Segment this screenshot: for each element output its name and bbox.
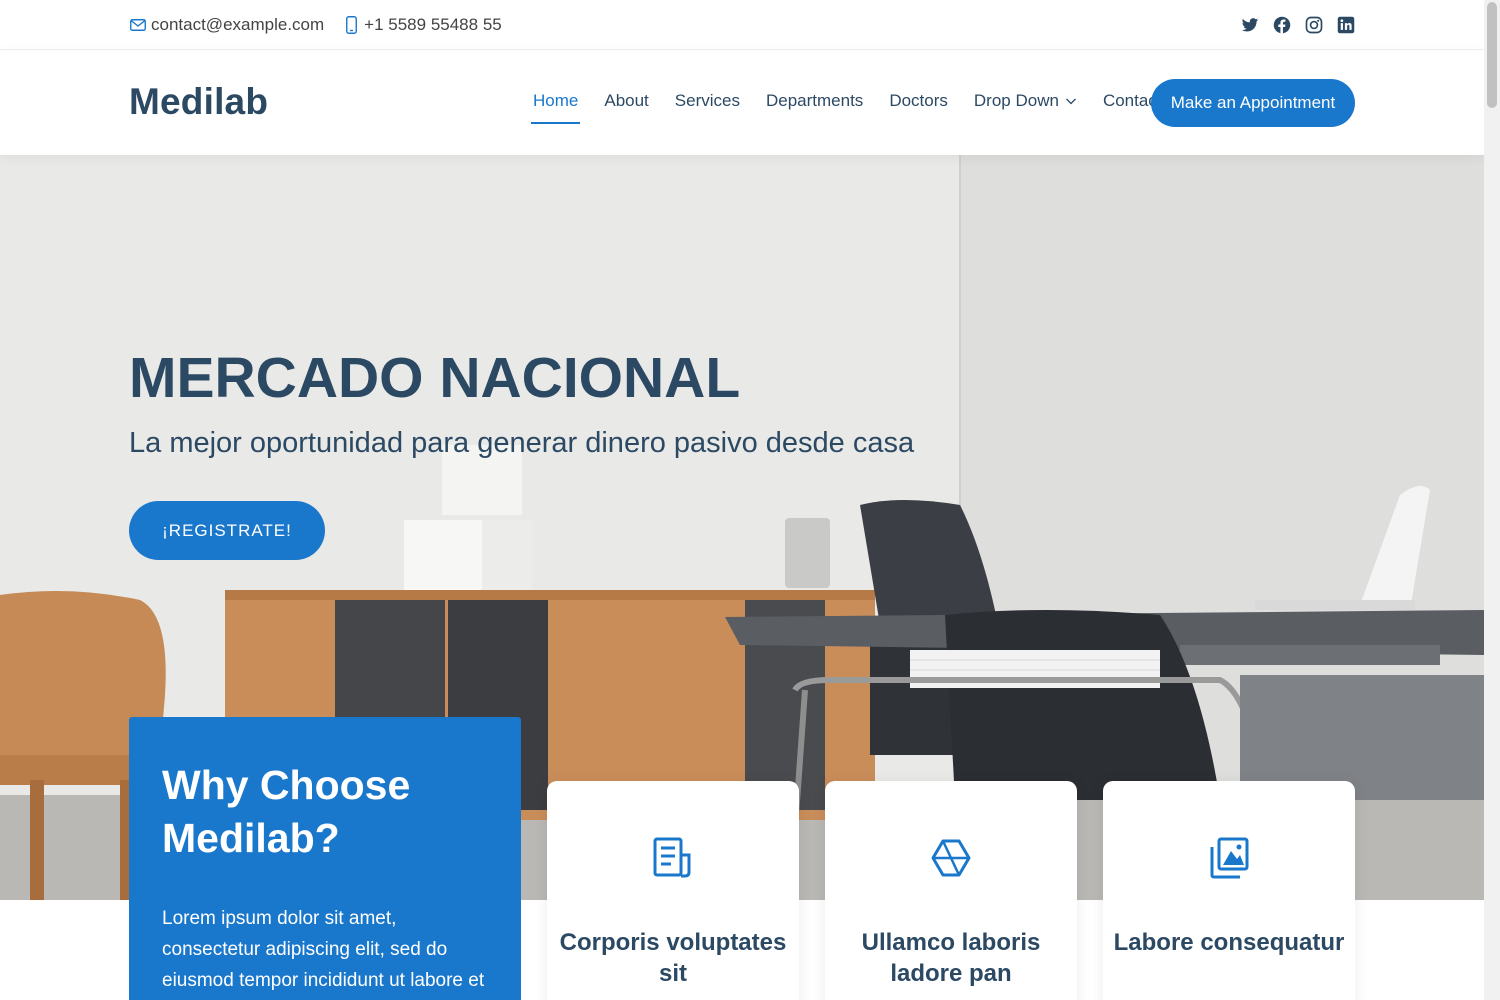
facebook-icon[interactable] bbox=[1273, 16, 1291, 34]
main-nav: Home About Services Departments Doctors … bbox=[530, 91, 1188, 124]
icon-box-1: Corporis voluptates sit bbox=[547, 781, 799, 1000]
icon-box-title: Ullamco laboris ladore pan bbox=[861, 929, 1041, 987]
nav-about[interactable]: About bbox=[604, 91, 648, 111]
make-appointment-button[interactable]: Make an Appointment bbox=[1151, 79, 1355, 127]
register-button[interactable]: ¡REGISTRATE! bbox=[129, 501, 325, 560]
phone-icon bbox=[342, 16, 360, 34]
why-choose-title: Why Choose Medilab? bbox=[162, 762, 411, 861]
nav-doctors[interactable]: Doctors bbox=[889, 91, 948, 111]
nav-dropdown[interactable]: Drop Down bbox=[974, 91, 1077, 111]
instagram-icon[interactable] bbox=[1305, 16, 1323, 34]
phone-item[interactable]: +1 5589 55488 55 bbox=[342, 15, 502, 35]
topbar: contact@example.com +1 5589 55488 55 bbox=[0, 0, 1484, 50]
twitter-icon[interactable] bbox=[1241, 16, 1259, 34]
icon-box-3: Labore consequatur bbox=[1103, 781, 1355, 1000]
chevron-down-icon bbox=[1065, 95, 1077, 107]
nav-departments[interactable]: Departments bbox=[766, 91, 863, 111]
icon-box-title: Corporis voluptates sit bbox=[559, 929, 787, 987]
nav-dropdown-label: Drop Down bbox=[973, 91, 1059, 110]
linkedin-icon[interactable] bbox=[1337, 16, 1355, 34]
nav-services[interactable]: Services bbox=[675, 91, 740, 111]
scrollbar-thumb[interactable] bbox=[1487, 2, 1497, 108]
site-logo[interactable]: Medilab bbox=[129, 81, 268, 123]
page-scrollbar[interactable] bbox=[1484, 0, 1500, 1000]
contact-email: contact@example.com bbox=[151, 15, 325, 34]
topbar-contact: contact@example.com +1 5589 55488 55 bbox=[129, 15, 520, 35]
site-header: Medilab Home About Services Departments … bbox=[0, 51, 1484, 155]
images-icon bbox=[1209, 837, 1249, 879]
email-item[interactable]: contact@example.com bbox=[129, 15, 324, 35]
icon-box-2: Ullamco laboris ladore pan bbox=[825, 781, 1077, 1000]
hero-title: MERCADO NACIONAL bbox=[129, 346, 741, 410]
nav-home[interactable]: Home bbox=[530, 91, 581, 124]
icon-box-title: Labore consequatur bbox=[1113, 929, 1345, 956]
envelope-icon bbox=[129, 16, 147, 34]
hero-subtitle: La mejor oportunidad para generar dinero… bbox=[129, 427, 915, 459]
contact-phone: +1 5589 55488 55 bbox=[364, 15, 502, 34]
social-links bbox=[1241, 16, 1355, 34]
document-icon bbox=[653, 837, 693, 879]
why-choose-box: Why Choose Medilab? Lorem ipsum dolor si… bbox=[129, 717, 521, 1000]
hexagon-icon bbox=[931, 837, 971, 879]
why-choose-text: Lorem ipsum dolor sit amet, consectetur … bbox=[162, 908, 485, 991]
